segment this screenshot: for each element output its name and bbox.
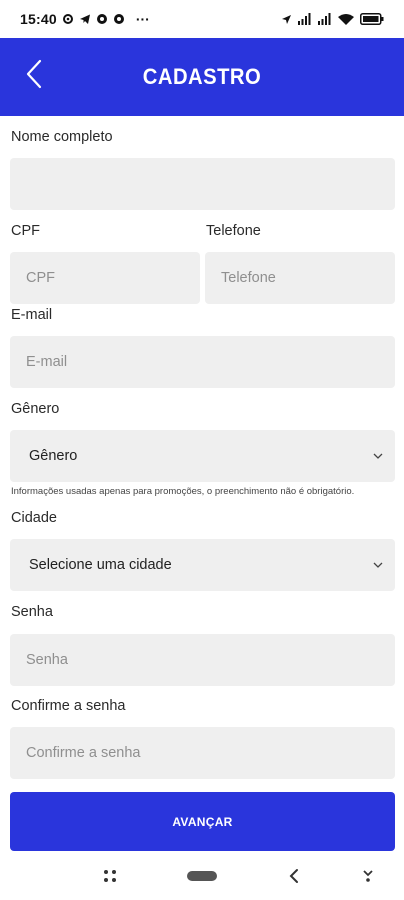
telegram-icon xyxy=(79,13,91,25)
confirm-password-field[interactable] xyxy=(10,727,395,779)
city-label: Cidade xyxy=(11,510,57,526)
home-pill-icon[interactable] xyxy=(184,864,220,888)
chrome-icon xyxy=(96,13,108,25)
system-nav-bar xyxy=(0,852,404,900)
signal-icon xyxy=(298,13,312,25)
full-name-field[interactable] xyxy=(10,158,395,210)
chrome-icon xyxy=(113,13,125,25)
password-field[interactable] xyxy=(10,634,395,686)
gender-hint: Informações usadas apenas para promoções… xyxy=(11,486,355,497)
location-arrow-icon xyxy=(281,14,292,25)
more-notifications: ··· xyxy=(135,11,150,27)
status-left: 15:40 ··· xyxy=(20,11,150,27)
full-name-label: Nome completo xyxy=(11,129,113,145)
confirm-password-input[interactable] xyxy=(24,744,381,762)
cpf-label: CPF xyxy=(11,223,40,239)
chevron-down-icon xyxy=(371,558,385,572)
gender-label: Gênero xyxy=(11,401,60,417)
back-icon[interactable] xyxy=(282,864,306,888)
cpf-input[interactable] xyxy=(24,269,186,287)
gender-selected-value: Gênero xyxy=(29,448,78,464)
status-bar: 15:40 ··· xyxy=(0,0,404,38)
status-time: 15:40 xyxy=(20,11,57,27)
apps-grid-icon[interactable] xyxy=(96,864,124,888)
wifi-icon xyxy=(338,13,354,25)
keyboard-hide-icon[interactable] xyxy=(356,864,380,888)
phone-label: Telefone xyxy=(206,223,261,239)
app-bar: CADASTRO xyxy=(0,38,404,116)
page-title: CADASTRO xyxy=(142,64,262,89)
phone-input[interactable] xyxy=(219,269,381,287)
settings-icon xyxy=(62,13,74,25)
email-input[interactable] xyxy=(24,353,381,371)
status-right xyxy=(281,13,384,25)
email-field[interactable] xyxy=(10,336,395,388)
password-input[interactable] xyxy=(24,651,381,669)
cpf-field[interactable] xyxy=(10,252,200,304)
password-label: Senha xyxy=(11,604,53,620)
battery-icon xyxy=(360,13,384,25)
city-select[interactable]: Selecione uma cidade xyxy=(10,539,395,591)
email-label: E-mail xyxy=(11,307,53,323)
phone-field[interactable] xyxy=(205,252,395,304)
city-selected-value: Selecione uma cidade xyxy=(29,557,172,573)
full-name-input[interactable] xyxy=(24,175,381,193)
gender-select[interactable]: Gênero xyxy=(10,430,395,482)
confirm-password-label: Confirme a senha xyxy=(11,698,126,714)
signal-icon xyxy=(318,13,332,25)
chevron-down-icon xyxy=(371,449,385,463)
advance-button[interactable]: AVANÇAR xyxy=(10,792,395,851)
